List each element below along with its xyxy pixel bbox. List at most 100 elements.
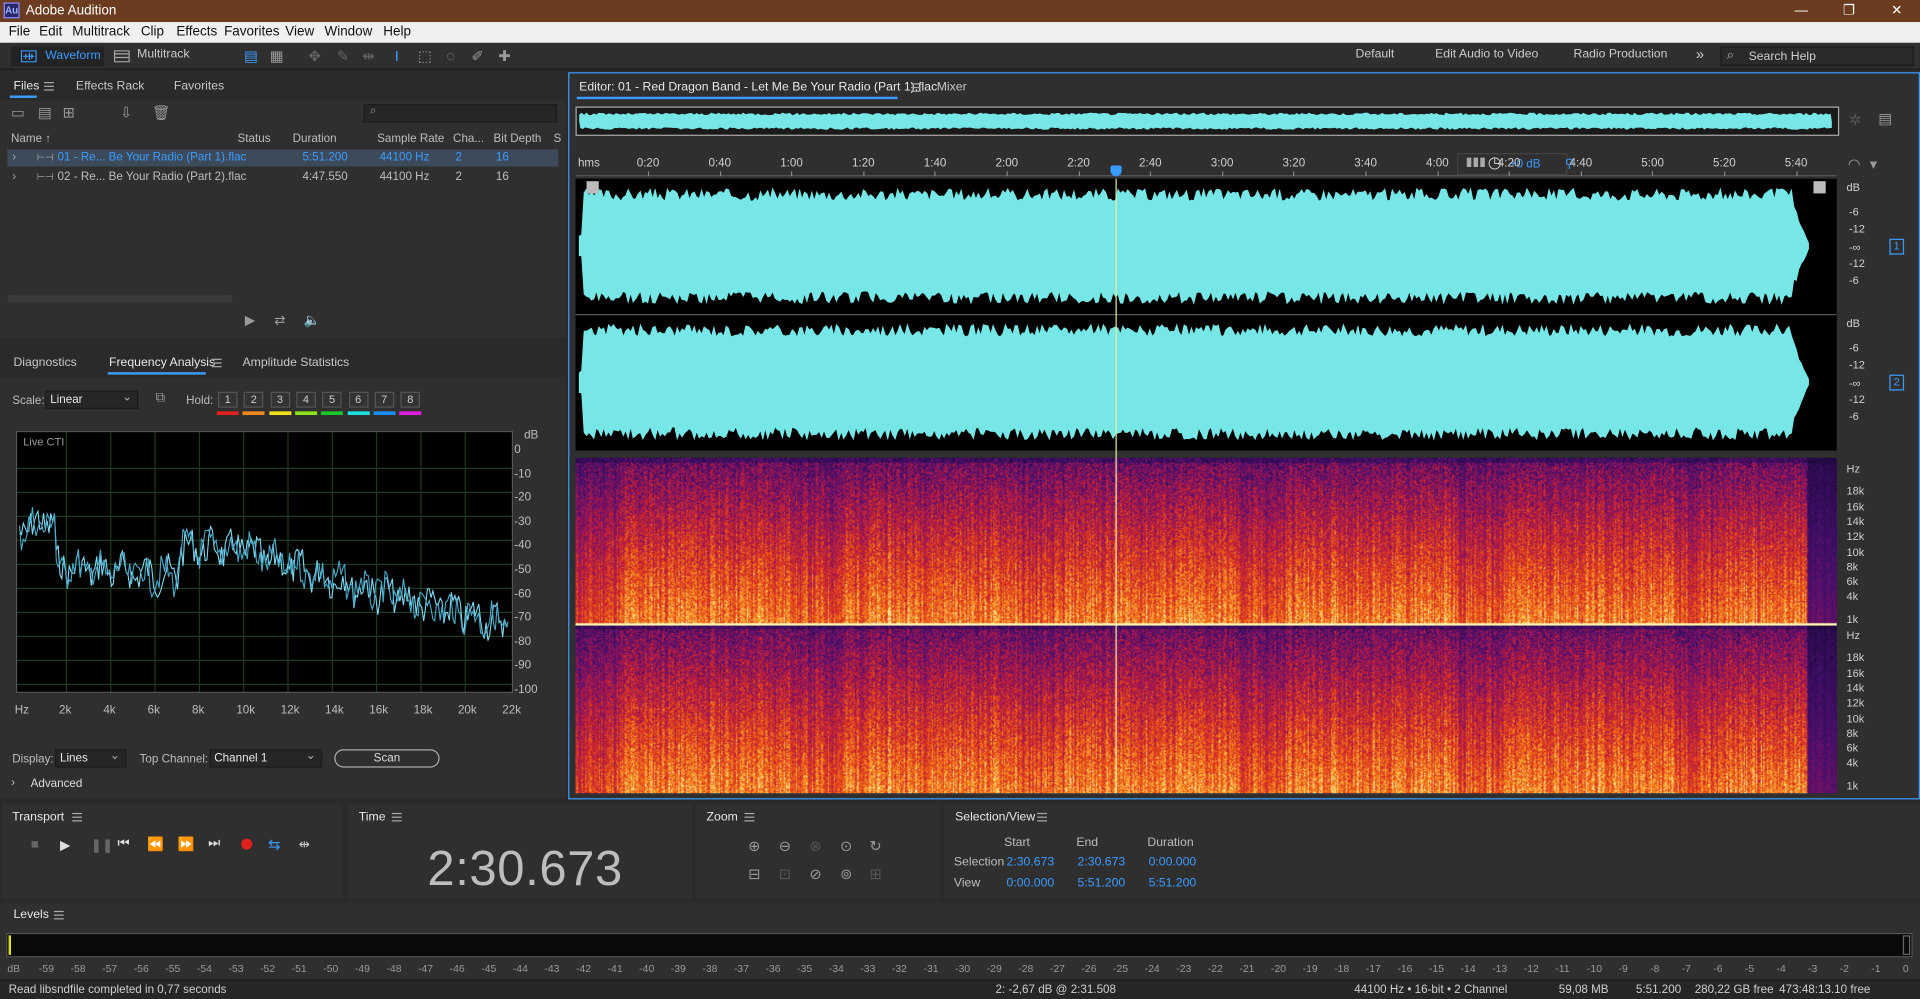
files-search-input[interactable]: ⌕: [363, 104, 558, 123]
zoom-icon[interactable]: ✲: [1849, 111, 1861, 128]
menu-file[interactable]: File: [9, 24, 31, 39]
tab-frequency-analysis[interactable]: Frequency Analysis: [109, 356, 215, 369]
col-status[interactable]: Status: [238, 132, 271, 145]
overview-navigator[interactable]: [575, 106, 1840, 136]
workspace-radio-production[interactable]: Radio Production: [1573, 48, 1667, 61]
display-dropdown[interactable]: Lines: [55, 748, 127, 768]
tab-diagnostics[interactable]: Diagnostics: [13, 356, 76, 369]
files-horizontal-scrollbar[interactable]: [7, 295, 233, 303]
restore-icon[interactable]: ❐: [1831, 1, 1868, 21]
selection-menu-icon[interactable]: [1037, 812, 1047, 822]
menu-view[interactable]: View: [285, 24, 314, 39]
menu-multitrack[interactable]: Multitrack: [72, 24, 130, 39]
time-menu-icon[interactable]: [391, 812, 402, 822]
zoom-out-amplitude-icon[interactable]: ⊖: [779, 837, 791, 854]
menu-favorites[interactable]: Favorites: [224, 24, 279, 39]
zoom-menu-icon[interactable]: [744, 812, 755, 822]
files-menu-icon[interactable]: [44, 82, 54, 91]
menu-edit[interactable]: Edit: [39, 24, 62, 39]
levels-menu-icon[interactable]: [53, 910, 64, 920]
panel-layout-icon[interactable]: ▤: [1878, 110, 1892, 127]
spectral-frequency-display[interactable]: [575, 457, 1837, 794]
file-row-1[interactable]: › ⊢⊣ 01 - Re... Be Your Radio (Part 1).f…: [7, 149, 559, 167]
spectral-pitch-icon[interactable]: ▦: [268, 48, 285, 65]
zoom-to-selection-icon[interactable]: ⊗: [809, 837, 821, 854]
workspace-edit-audio-to-video[interactable]: Edit Audio to Video: [1435, 48, 1538, 61]
insert-into-multitrack-icon[interactable]: ⇩: [120, 104, 132, 121]
advanced-expand-icon[interactable]: ›: [11, 776, 15, 789]
move-tool-icon[interactable]: ✥: [306, 48, 323, 65]
frequency-analysis-menu-icon[interactable]: [211, 358, 222, 368]
channel-2-toggle[interactable]: 2: [1889, 374, 1905, 391]
file-row-2[interactable]: › ⊢⊣ 02 - Re... Be Your Radio (Part 2).f…: [7, 169, 558, 186]
view-start[interactable]: 0:00.000: [1007, 877, 1055, 890]
workspace-default[interactable]: Default: [1356, 48, 1395, 61]
channel-1-toggle[interactable]: 1: [1889, 238, 1905, 255]
transport-menu-icon[interactable]: [72, 812, 83, 822]
zoom-reset-icon[interactable]: ↻: [869, 837, 881, 854]
move-to-next-icon[interactable]: ⏭: [208, 836, 220, 852]
skip-selection-icon[interactable]: ⇹: [299, 836, 310, 852]
hold-7-button[interactable]: 7: [374, 391, 395, 408]
delete-icon[interactable]: 🗑: [152, 104, 171, 121]
selection-duration[interactable]: 0:00.000: [1149, 856, 1197, 869]
marker-icon[interactable]: ▾: [1870, 155, 1877, 172]
tab-effects-rack[interactable]: Effects Rack: [76, 80, 145, 93]
advanced-toggle[interactable]: Advanced: [31, 777, 83, 790]
col-name[interactable]: Name ↑: [11, 132, 51, 145]
play-preview-icon[interactable]: ▶: [245, 312, 255, 328]
pause-icon[interactable]: ❚❚: [91, 837, 114, 854]
hold-4-button[interactable]: 4: [296, 391, 316, 408]
expand-icon[interactable]: ›: [12, 170, 16, 183]
tab-files[interactable]: Files: [13, 80, 39, 93]
top-channel-dropdown[interactable]: Channel 1: [209, 748, 323, 768]
selection-end[interactable]: 2:30.673: [1078, 856, 1126, 869]
expand-view-icon[interactable]: [1813, 181, 1826, 194]
snap-icon[interactable]: ◠: [1848, 155, 1861, 172]
time-display[interactable]: 2:30.673: [427, 842, 623, 897]
zoom-selection-icon[interactable]: ⊞: [869, 866, 881, 883]
marquee-tool-icon[interactable]: ⬚: [416, 48, 433, 65]
mixer-tab[interactable]: Mixer: [937, 81, 967, 94]
fft-options-icon[interactable]: ⧉: [156, 391, 166, 407]
col-duration[interactable]: Duration: [293, 132, 337, 145]
waveform-display[interactable]: [575, 178, 1837, 451]
col-bit-depth[interactable]: Bit Depth: [493, 132, 541, 145]
editor-tab[interactable]: Editor: 01 - Red Dragon Band - Let Me Be…: [579, 81, 937, 94]
hold-2-button[interactable]: 2: [244, 391, 264, 408]
close-icon[interactable]: ✕: [1878, 1, 1915, 21]
scan-button[interactable]: Scan: [334, 749, 440, 768]
play-icon[interactable]: ▶: [60, 837, 70, 854]
move-to-previous-icon[interactable]: ⏮: [118, 836, 130, 852]
col-sample-rate[interactable]: Sample Rate: [377, 132, 444, 145]
editor-menu-icon[interactable]: [911, 83, 921, 92]
loop-preview-icon[interactable]: ⇄: [274, 312, 285, 328]
col-channels[interactable]: Cha...: [453, 132, 484, 145]
zoom-out-full-icon[interactable]: ⊟: [748, 866, 760, 883]
menu-effects[interactable]: Effects: [176, 24, 217, 39]
more-workspaces-icon[interactable]: »: [1696, 45, 1704, 62]
brush-tool-icon[interactable]: ✐: [469, 48, 486, 65]
minimize-icon[interactable]: —: [1783, 1, 1820, 21]
playhead-handle[interactable]: [1110, 165, 1122, 177]
import-file-icon[interactable]: ▤: [38, 104, 52, 121]
tab-amplitude-statistics[interactable]: Amplitude Statistics: [242, 356, 349, 369]
open-file-icon[interactable]: ▭: [11, 104, 25, 121]
hold-3-button[interactable]: 3: [270, 391, 290, 408]
selection-start[interactable]: 2:30.673: [1007, 856, 1055, 869]
zoom-in-time-icon[interactable]: ⊙: [840, 837, 852, 854]
tab-favorites[interactable]: Favorites: [174, 80, 224, 93]
zoom-out-point-icon[interactable]: ⊚: [840, 866, 852, 883]
menu-help[interactable]: Help: [383, 24, 411, 39]
hold-8-button[interactable]: 8: [400, 391, 421, 408]
zoom-out-time-icon[interactable]: ⊘: [809, 866, 821, 883]
menu-window[interactable]: Window: [324, 24, 372, 39]
auto-play-icon[interactable]: 🔈: [304, 312, 321, 328]
menu-clip[interactable]: Clip: [141, 24, 164, 39]
zoom-in-point-icon[interactable]: ⊡: [779, 866, 791, 883]
time-selection-tool-icon[interactable]: I: [388, 48, 405, 65]
col-source[interactable]: S: [553, 132, 561, 145]
multitrack-button[interactable]: Multitrack: [137, 48, 189, 61]
zoom-in-amplitude-icon[interactable]: ⊕: [748, 837, 760, 854]
slip-tool-icon[interactable]: ⇹: [360, 48, 377, 65]
